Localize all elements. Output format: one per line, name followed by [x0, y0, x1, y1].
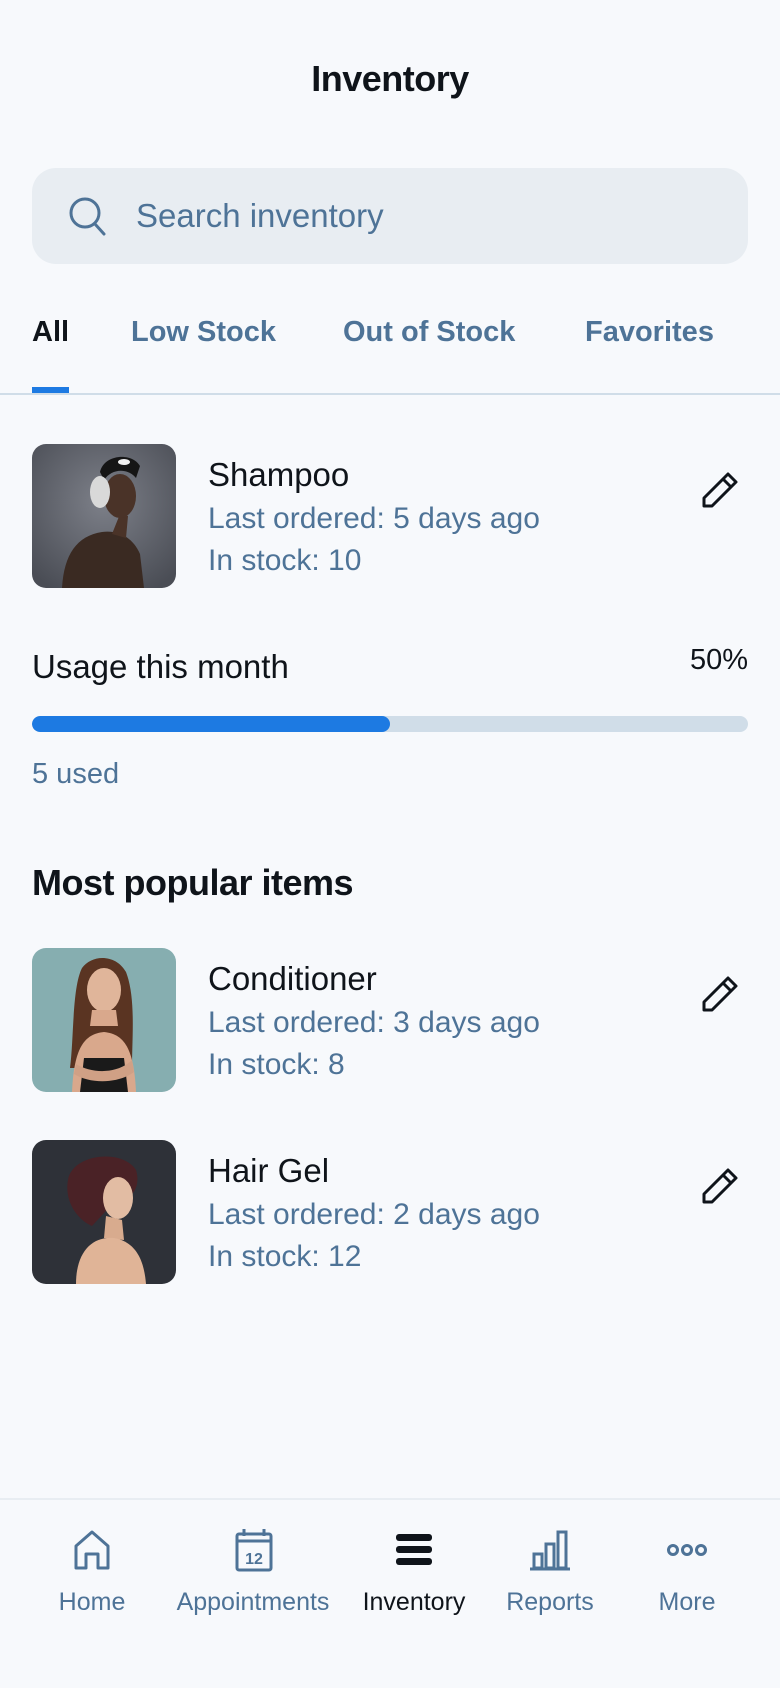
filter-tabs: All Low Stock Out of Stock Favorites [0, 316, 780, 395]
list-icon [396, 1534, 432, 1565]
usage-progress-bar [32, 716, 748, 732]
edit-icon[interactable] [696, 466, 744, 514]
usage-progress-fill [32, 716, 390, 732]
item-name: Conditioner [208, 960, 377, 997]
item-last-ordered: Last ordered: 3 days ago [208, 1006, 540, 1039]
item-last-ordered: Last ordered: 2 days ago [208, 1198, 540, 1231]
item-name: Hair Gel [208, 1152, 330, 1189]
item-stock: In stock: 12 [208, 1240, 362, 1273]
nav-reports[interactable]: Reports [490, 1500, 610, 1640]
edit-icon[interactable] [696, 1162, 744, 1210]
item-last-ordered: Last ordered: 5 days ago [208, 502, 540, 535]
more-icon [667, 1544, 707, 1556]
active-tab-indicator [32, 387, 70, 393]
nav-inventory[interactable]: Inventory [352, 1500, 476, 1640]
edit-icon[interactable] [696, 970, 744, 1018]
nav-appointments[interactable]: 12 Appointments [165, 1500, 341, 1640]
bar-chart-icon [530, 1530, 570, 1571]
item-name: Shampoo [208, 456, 350, 493]
calendar-icon: 12 [235, 1529, 273, 1572]
inventory-item-shampoo[interactable]: Shampoo Last ordered: 5 days ago In stoc… [0, 444, 780, 588]
inventory-item-hair-gel[interactable]: Hair Gel Last ordered: 2 days ago In sto… [0, 1140, 780, 1284]
search-icon [69, 197, 106, 236]
nav-more[interactable]: More [627, 1500, 747, 1640]
tab-label: Low Stock [131, 316, 277, 348]
tab-label: Out of Stock [343, 316, 516, 348]
product-image [32, 444, 176, 588]
calendar-day: 12 [245, 1551, 263, 1568]
tab-out-of-stock[interactable]: Out of Stock [343, 316, 515, 393]
product-image [32, 1140, 176, 1284]
usage-percent: 50% [689, 644, 748, 676]
nav-label: Inventory [362, 1588, 466, 1616]
nav-label: Home [58, 1588, 126, 1616]
search-bar[interactable] [32, 168, 748, 264]
nav-label: Appointments [176, 1588, 330, 1616]
section-title-popular: Most popular items [32, 862, 354, 903]
search-input[interactable] [136, 168, 726, 264]
tab-low-stock[interactable]: Low Stock [131, 316, 276, 393]
usage-label: Usage this month [32, 648, 289, 685]
nav-home[interactable]: Home [32, 1500, 152, 1640]
header: Inventory [0, 0, 780, 160]
tab-favorites[interactable]: Favorites [585, 316, 714, 393]
usage-used: 5 used [32, 758, 120, 790]
nav-label: Reports [506, 1588, 594, 1616]
tab-label: Favorites [585, 316, 714, 348]
home-icon [74, 1530, 110, 1570]
item-stock: In stock: 10 [208, 544, 362, 577]
tab-all[interactable]: All [32, 316, 70, 393]
tab-label: All [32, 316, 70, 348]
item-stock: In stock: 8 [208, 1048, 345, 1081]
page-title: Inventory [311, 58, 469, 99]
inventory-item-conditioner[interactable]: Conditioner Last ordered: 3 days ago In … [0, 948, 780, 1092]
bottom-navigation: Home 12 Appointments Inventory Reports M… [0, 1498, 780, 1688]
product-image [32, 948, 176, 1092]
nav-label: More [658, 1588, 716, 1616]
